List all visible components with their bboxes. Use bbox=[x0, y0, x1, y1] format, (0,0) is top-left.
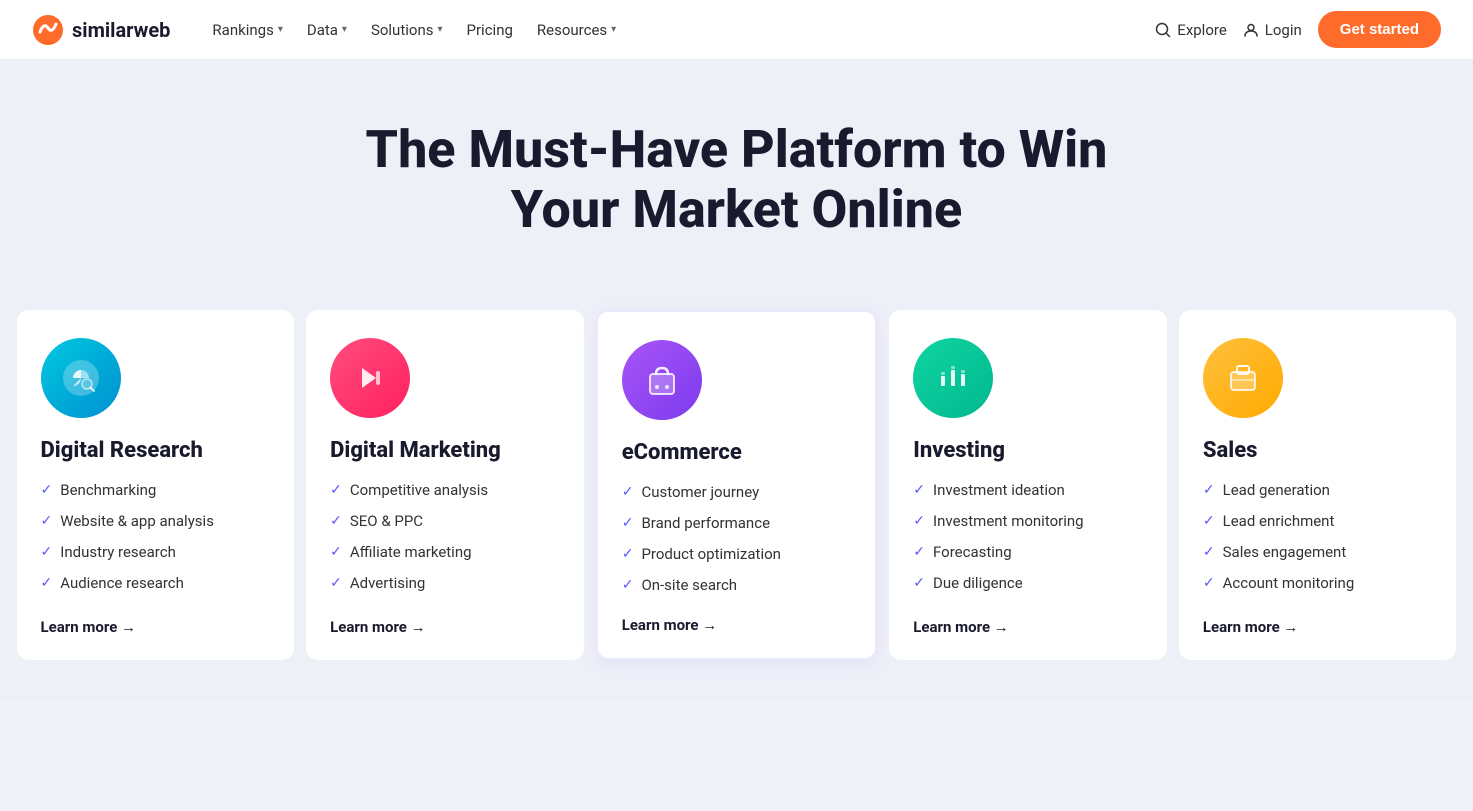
hero-section: The Must-Have Platform to Win Your Marke… bbox=[0, 60, 1473, 290]
list-item: ✓ Investment monitoring bbox=[913, 511, 1143, 532]
card-investing: Investing ✓ Investment ideation ✓ Invest… bbox=[889, 310, 1167, 660]
check-icon: ✓ bbox=[41, 543, 53, 563]
nav-item-data[interactable]: Data ▾ bbox=[297, 13, 357, 47]
nav-login[interactable]: Login bbox=[1243, 21, 1302, 39]
nav-links: Rankings ▾ Data ▾ Solutions ▾ Pricing Re… bbox=[202, 13, 1123, 47]
logo[interactable]: similarweb bbox=[32, 14, 170, 46]
list-item: ✓ Product optimization bbox=[622, 544, 852, 565]
card-title: Digital Marketing bbox=[330, 438, 560, 464]
card-title: Investing bbox=[913, 438, 1143, 464]
card-title: eCommerce bbox=[622, 440, 852, 466]
nav-item-pricing[interactable]: Pricing bbox=[457, 13, 523, 47]
list-item: ✓ Brand performance bbox=[622, 513, 852, 534]
card-digital-marketing: Digital Marketing ✓ Competitive analysis… bbox=[306, 310, 584, 660]
list-item: ✓ Sales engagement bbox=[1203, 542, 1433, 563]
check-icon: ✓ bbox=[330, 512, 342, 532]
navbar: similarweb Rankings ▾ Data ▾ Solutions ▾… bbox=[0, 0, 1473, 60]
list-item: ✓ Industry research bbox=[41, 542, 271, 563]
card-digital-research: Digital Research ✓ Benchmarking ✓ Websit… bbox=[17, 310, 295, 660]
card-icon bbox=[622, 340, 702, 420]
list-item: ✓ Competitive analysis bbox=[330, 480, 560, 501]
card-sales: Sales ✓ Lead generation ✓ Lead enrichmen… bbox=[1179, 310, 1457, 660]
check-icon: ✓ bbox=[41, 574, 53, 594]
check-icon: ✓ bbox=[1203, 574, 1215, 594]
card-list: ✓ Competitive analysis ✓ SEO & PPC ✓ Aff… bbox=[330, 480, 560, 598]
chevron-icon: ▾ bbox=[278, 24, 283, 35]
chevron-icon: ▾ bbox=[611, 24, 616, 35]
check-icon: ✓ bbox=[913, 512, 925, 532]
check-icon: ✓ bbox=[913, 574, 925, 594]
search-icon bbox=[1155, 22, 1171, 38]
check-icon: ✓ bbox=[622, 576, 634, 596]
learn-more-link[interactable]: Learn more → bbox=[1203, 618, 1433, 636]
logo-text: similarweb bbox=[72, 18, 170, 42]
check-icon: ✓ bbox=[1203, 481, 1215, 501]
check-icon: ✓ bbox=[41, 512, 53, 532]
list-item: ✓ Investment ideation bbox=[913, 480, 1143, 501]
check-icon: ✓ bbox=[622, 514, 634, 534]
list-item: ✓ Account monitoring bbox=[1203, 573, 1433, 594]
card-list: ✓ Lead generation ✓ Lead enrichment ✓ Sa… bbox=[1203, 480, 1433, 598]
list-item: ✓ Website & app analysis bbox=[41, 511, 271, 532]
chevron-icon: ▾ bbox=[437, 24, 442, 35]
card-title: Sales bbox=[1203, 438, 1433, 464]
list-item: ✓ Lead enrichment bbox=[1203, 511, 1433, 532]
check-icon: ✓ bbox=[1203, 543, 1215, 563]
list-item: ✓ Affiliate marketing bbox=[330, 542, 560, 563]
list-item: ✓ Audience research bbox=[41, 573, 271, 594]
learn-more-link[interactable]: Learn more → bbox=[913, 618, 1143, 636]
list-item: ✓ Benchmarking bbox=[41, 480, 271, 501]
nav-right: Explore Login Get started bbox=[1155, 11, 1441, 48]
card-icon bbox=[913, 338, 993, 418]
check-icon: ✓ bbox=[330, 574, 342, 594]
list-item: ✓ On-site search bbox=[622, 575, 852, 596]
check-icon: ✓ bbox=[41, 481, 53, 501]
nav-explore[interactable]: Explore bbox=[1155, 21, 1227, 39]
cards-row: Digital Research ✓ Benchmarking ✓ Websit… bbox=[17, 310, 1457, 660]
card-icon bbox=[1203, 338, 1283, 418]
list-item: ✓ Lead generation bbox=[1203, 480, 1433, 501]
nav-item-resources[interactable]: Resources ▾ bbox=[527, 13, 626, 47]
cards-section: Digital Research ✓ Benchmarking ✓ Websit… bbox=[0, 290, 1473, 700]
check-icon: ✓ bbox=[330, 543, 342, 563]
card-title: Digital Research bbox=[41, 438, 271, 464]
list-item: ✓ Advertising bbox=[330, 573, 560, 594]
list-item: ✓ Customer journey bbox=[622, 482, 852, 503]
logo-icon bbox=[32, 14, 64, 46]
list-item: ✓ Forecasting bbox=[913, 542, 1143, 563]
card-ecommerce: eCommerce ✓ Customer journey ✓ Brand per… bbox=[596, 310, 878, 660]
learn-more-link[interactable]: Learn more → bbox=[622, 616, 852, 634]
card-icon bbox=[41, 338, 121, 418]
check-icon: ✓ bbox=[622, 483, 634, 503]
check-icon: ✓ bbox=[330, 481, 342, 501]
card-list: ✓ Benchmarking ✓ Website & app analysis … bbox=[41, 480, 271, 598]
learn-more-link[interactable]: Learn more → bbox=[330, 618, 560, 636]
check-icon: ✓ bbox=[913, 543, 925, 563]
nav-item-rankings[interactable]: Rankings ▾ bbox=[202, 13, 292, 47]
check-icon: ✓ bbox=[1203, 512, 1215, 532]
learn-more-link[interactable]: Learn more → bbox=[41, 618, 271, 636]
card-list: ✓ Customer journey ✓ Brand performance ✓… bbox=[622, 482, 852, 596]
chevron-icon: ▾ bbox=[342, 24, 347, 35]
hero-heading: The Must-Have Platform to Win Your Marke… bbox=[327, 120, 1147, 240]
card-icon bbox=[330, 338, 410, 418]
nav-item-solutions[interactable]: Solutions ▾ bbox=[361, 13, 453, 47]
card-list: ✓ Investment ideation ✓ Investment monit… bbox=[913, 480, 1143, 598]
check-icon: ✓ bbox=[622, 545, 634, 565]
list-item: ✓ Due diligence bbox=[913, 573, 1143, 594]
get-started-button[interactable]: Get started bbox=[1318, 11, 1441, 48]
check-icon: ✓ bbox=[913, 481, 925, 501]
user-icon bbox=[1243, 22, 1259, 38]
list-item: ✓ SEO & PPC bbox=[330, 511, 560, 532]
